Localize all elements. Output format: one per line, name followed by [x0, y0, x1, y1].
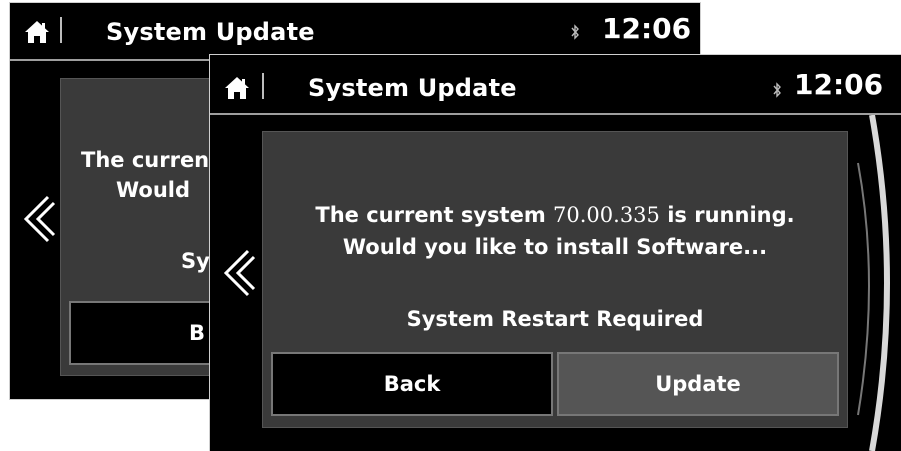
version-number: 70.00.335 [553, 203, 660, 227]
back-button[interactable]: Back [271, 352, 553, 416]
clock: 12:06 [602, 12, 692, 45]
page-title: System Update [106, 18, 315, 46]
page-title: System Update [308, 74, 517, 102]
chevron-left-icon[interactable] [218, 243, 258, 303]
bluetooth-icon [773, 82, 781, 98]
status-bar: System Update 12:06 [10, 3, 700, 59]
home-icon[interactable] [22, 17, 52, 47]
dialog-panel: The current system 70.00.335 is running.… [262, 131, 848, 428]
restart-notice: System Restart Required [406, 307, 704, 331]
update-button[interactable]: Update [557, 352, 839, 416]
home-icon[interactable] [222, 73, 252, 103]
header-rule [210, 113, 901, 115]
foreground-screen: System Update 12:06 The current system 7… [210, 55, 901, 451]
message-suffix: is running. [667, 203, 795, 227]
bluetooth-icon [571, 24, 579, 40]
clock: 12:06 [794, 68, 884, 101]
chevron-left-icon[interactable] [18, 189, 58, 249]
message-prefix: The current system [315, 203, 546, 227]
scroll-arc [857, 115, 890, 451]
header-divider [60, 17, 62, 43]
message-line-2: Would you like to install Software... [342, 235, 768, 259]
header-divider [262, 73, 264, 99]
status-bar: System Update 12:06 [210, 55, 901, 111]
message-line-1: The current system 70.00.335 is running. [263, 200, 847, 230]
